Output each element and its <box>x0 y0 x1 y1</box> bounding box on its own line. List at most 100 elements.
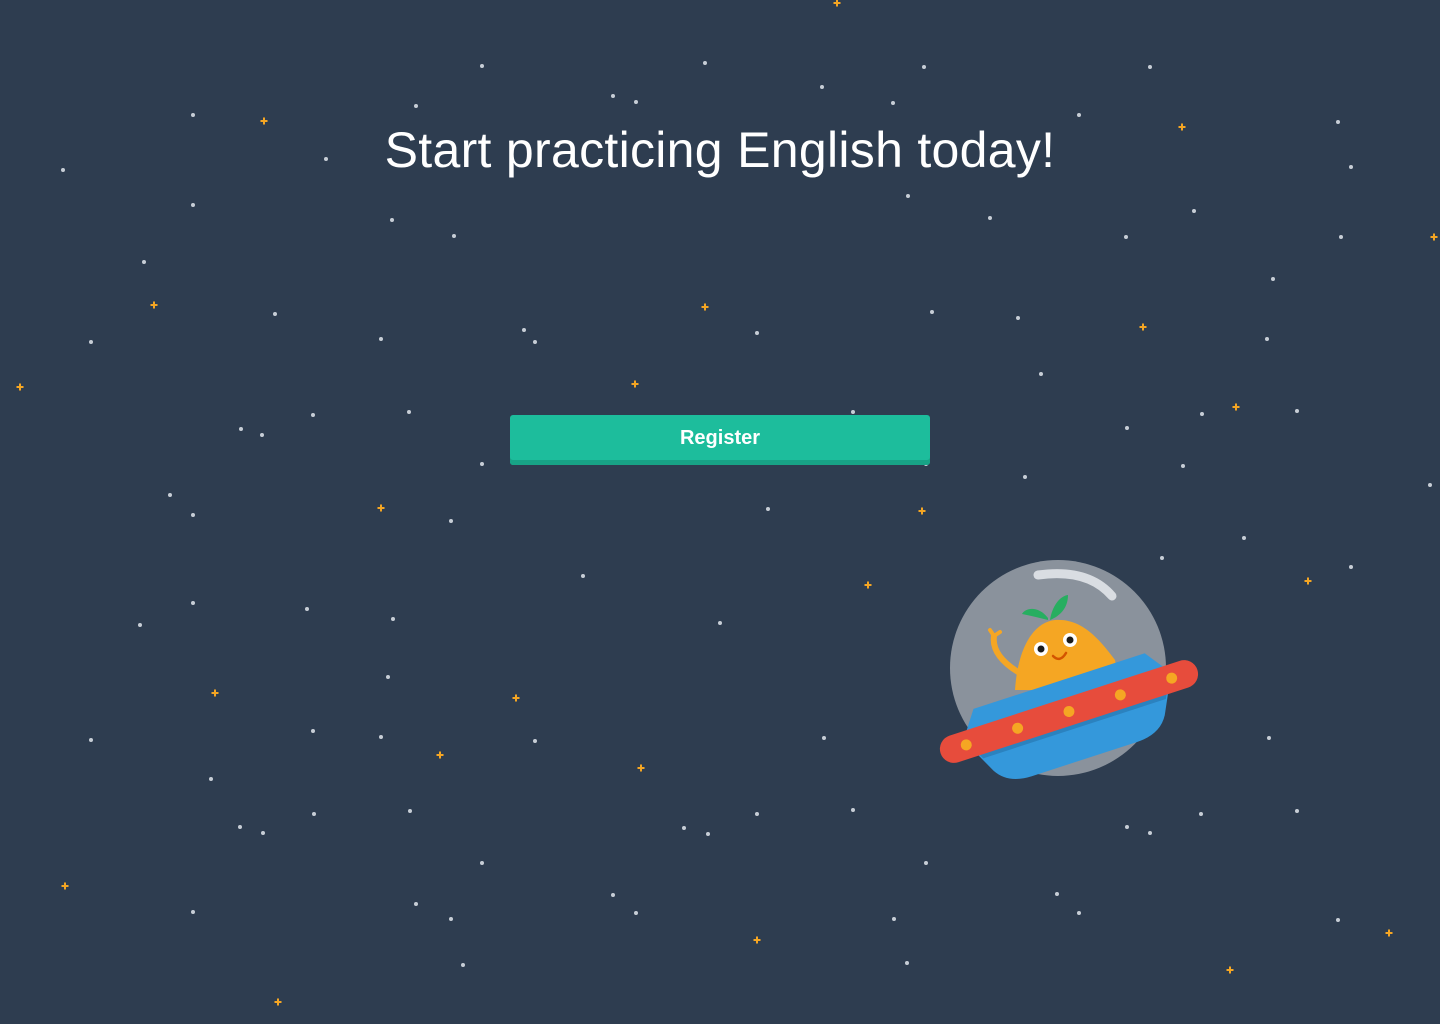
star-dot <box>682 826 686 830</box>
star-plus <box>631 380 639 388</box>
star-dot <box>1336 918 1340 922</box>
star-plus <box>61 882 69 890</box>
star-dot <box>461 963 465 967</box>
star-dot <box>1339 235 1343 239</box>
star-dot <box>449 519 453 523</box>
star-dot <box>1181 464 1185 468</box>
star-dot <box>260 433 264 437</box>
star-dot <box>168 493 172 497</box>
star-plus <box>833 0 841 7</box>
star-dot <box>851 808 855 812</box>
star-dot <box>449 917 453 921</box>
star-plus <box>1232 403 1240 411</box>
star-dot <box>851 410 855 414</box>
star-dot <box>581 574 585 578</box>
star-dot <box>611 94 615 98</box>
star-dot <box>718 621 722 625</box>
star-dot <box>1199 812 1203 816</box>
star-plus <box>701 303 709 311</box>
star-dot <box>1016 316 1020 320</box>
star-dot <box>634 100 638 104</box>
star-dot <box>311 729 315 733</box>
register-button[interactable]: Register <box>510 415 930 465</box>
star-dot <box>1265 337 1269 341</box>
star-dot <box>239 427 243 431</box>
star-dot <box>755 812 759 816</box>
star-dot <box>261 831 265 835</box>
star-dot <box>988 216 992 220</box>
star-dot <box>1192 209 1196 213</box>
star-dot <box>390 218 394 222</box>
star-dot <box>386 675 390 679</box>
star-dot <box>930 310 934 314</box>
star-dot <box>1242 536 1246 540</box>
star-dot <box>191 601 195 605</box>
star-plus <box>1430 233 1438 241</box>
star-dot <box>311 413 315 417</box>
star-dot <box>533 340 537 344</box>
star-dot <box>1295 809 1299 813</box>
star-dot <box>1023 475 1027 479</box>
star-plus <box>1385 929 1393 937</box>
star-dot <box>379 337 383 341</box>
star-dot <box>407 410 411 414</box>
star-plus <box>918 507 926 515</box>
star-plus <box>864 581 872 589</box>
star-dot <box>891 101 895 105</box>
star-dot <box>191 513 195 517</box>
star-dot <box>1077 113 1081 117</box>
star-dot <box>480 861 484 865</box>
star-dot <box>1267 736 1271 740</box>
star-dot <box>611 893 615 897</box>
star-dot <box>906 194 910 198</box>
star-plus <box>274 998 282 1006</box>
star-dot <box>1125 825 1129 829</box>
star-dot <box>1148 831 1152 835</box>
star-dot <box>191 113 195 117</box>
page-title: Start practicing English today! <box>384 122 1056 178</box>
star-dot <box>273 312 277 316</box>
mascot-ufo-illustration <box>939 560 1199 779</box>
star-plus <box>16 383 24 391</box>
star-dot <box>480 462 484 466</box>
star-dot <box>379 735 383 739</box>
star-dot <box>820 85 824 89</box>
star-dot <box>191 910 195 914</box>
star-dot <box>1349 565 1353 569</box>
star-plus <box>1139 323 1147 331</box>
star-dot <box>1271 277 1275 281</box>
star-dot <box>1124 235 1128 239</box>
star-plus <box>637 764 645 772</box>
star-dot <box>905 961 909 965</box>
star-dot <box>766 507 770 511</box>
star-dot <box>480 64 484 68</box>
star-plus <box>1304 577 1312 585</box>
star-plus <box>150 301 158 309</box>
star-plus <box>753 936 761 944</box>
star-plus <box>512 694 520 702</box>
star-dot <box>924 861 928 865</box>
star-dot <box>703 61 707 65</box>
star-dot <box>238 825 242 829</box>
star-dot <box>1055 892 1059 896</box>
star-plus <box>211 689 219 697</box>
star-dot <box>1200 412 1204 416</box>
star-dot <box>922 65 926 69</box>
star-dot <box>305 607 309 611</box>
star-dot <box>533 739 537 743</box>
star-dot <box>822 736 826 740</box>
star-dot <box>414 104 418 108</box>
star-dot <box>755 331 759 335</box>
star-dot <box>706 832 710 836</box>
star-dot <box>1148 65 1152 69</box>
star-dot <box>634 911 638 915</box>
star-dot <box>522 328 526 332</box>
star-dot <box>138 623 142 627</box>
star-dot <box>1428 483 1432 487</box>
star-plus <box>436 751 444 759</box>
star-dot <box>892 917 896 921</box>
star-dot <box>1039 372 1043 376</box>
star-plus <box>1226 966 1234 974</box>
star-dot <box>1077 911 1081 915</box>
star-dot <box>312 812 316 816</box>
